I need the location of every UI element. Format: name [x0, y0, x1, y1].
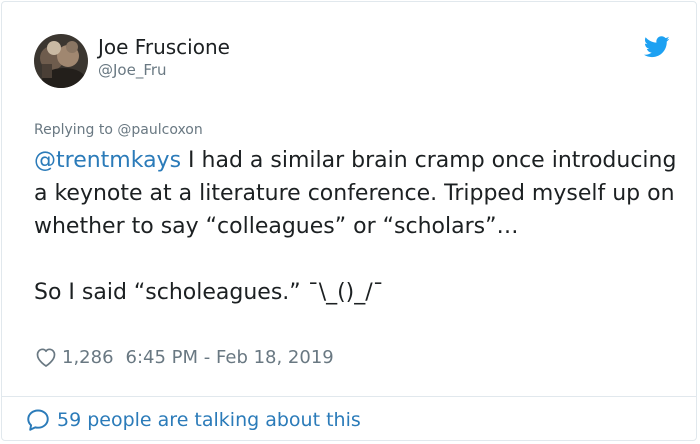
timestamp[interactable]: 6:45 PM - Feb 18, 2019 [126, 347, 334, 368]
replying-to-handle[interactable]: @paulcoxon [117, 122, 202, 138]
heart-icon[interactable] [34, 345, 58, 369]
avatar[interactable] [34, 34, 88, 88]
tweet-card: Joe Fruscione @Joe_Fru Replying to @paul… [1, 1, 697, 441]
replying-to-prefix: Replying to [34, 122, 118, 138]
conversation-link[interactable]: 59 people are talking about this [25, 407, 361, 433]
author-name[interactable]: Joe Fruscione [98, 35, 230, 59]
avatar-image [34, 34, 88, 88]
conversation-label[interactable]: 59 people are talking about this [57, 409, 361, 431]
like-count[interactable]: 1,286 [62, 347, 114, 368]
twitter-bird-icon[interactable] [644, 36, 670, 58]
author-handle[interactable]: @Joe_Fru [98, 61, 167, 79]
divider [2, 396, 696, 397]
replying-to: Replying to @paulcoxon [34, 122, 203, 138]
tweet-text: @trentmkays I had a similar brain cramp … [34, 144, 684, 309]
speech-bubble-icon [27, 409, 49, 431]
tweet-mention[interactable]: @trentmkays [34, 148, 181, 173]
tweet-meta: 1,286 6:45 PM - Feb 18, 2019 [34, 345, 334, 369]
